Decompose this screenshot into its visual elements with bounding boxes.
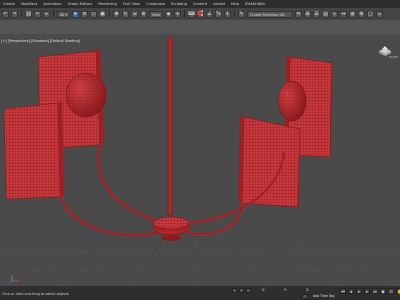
toolbar-divider [184,10,186,18]
render-setup-icon[interactable]: ⚙ [358,10,366,18]
status-prompt: Click or click-and-drag to select object… [2,292,69,296]
viewcube-home-label[interactable]: HOME [389,55,398,59]
selection-set-dropdown[interactable]: Create Selection Set [247,10,294,18]
main-toolbar: ↶ ↷ ⛓ ✂ ≈ All ▾ ➤ ≡ ▭ ▣ ✥ ↻ ⇲ ⊕ View ◈ ✛… [0,8,400,20]
bind-icon[interactable]: ≈ [43,10,50,18]
menu-item-customize[interactable]: Customize [146,2,165,6]
playback-controls: ⏮ ◂ ▸ ▸ ⏭ ◆ ⊡ ✋ [340,288,400,294]
teapot-icon[interactable]: ☕ [376,10,384,18]
pivot-icon[interactable]: ◈ [165,10,173,18]
angle-snap-icon[interactable]: ∠ [206,10,214,18]
mirror-icon[interactable]: ⇋ [295,10,303,18]
pan-icon[interactable]: ✋ [396,288,400,294]
render-frame-icon[interactable]: ▢ [367,10,375,18]
z-coordinate-label: Z: [306,288,310,292]
status-icons [232,288,251,293]
redo-icon[interactable]: ↷ [11,10,18,18]
center-rod [167,37,173,216]
perspective-viewport[interactable]: [+] [Perspective] [Standard] [Default Sh… [0,37,400,286]
menu-item-scripting[interactable]: Scripting [171,2,187,6]
menu-item-civil-view[interactable]: Civil View [123,2,140,6]
zoom-extents-icon[interactable]: ⊡ [388,288,394,294]
align-icon[interactable]: ⊞ [304,10,312,18]
menu-item-modifiers[interactable]: Modifiers [21,2,37,6]
undo-icon[interactable]: ↶ [2,10,9,18]
x-coordinate-label: X: [262,288,266,292]
window-crossing-icon[interactable]: ▣ [98,10,106,18]
snap-icon[interactable]: 🧲 [197,10,205,18]
rotate-icon[interactable]: ↻ [121,10,129,18]
move-icon[interactable]: ✥ [112,10,120,18]
isolate-icon[interactable] [239,288,244,293]
filter-dropdown[interactable]: All ▾ [57,10,70,18]
manipulate-icon[interactable]: ✛ [174,10,182,18]
menu-item-graph-editors[interactable]: Graph Editors [68,2,93,6]
menu-item-user[interactable]: ZHAKHABO [245,2,265,6]
viewport-scene [0,37,400,286]
ribbon-toggle-icon[interactable]: ▤ [322,10,330,18]
go-to-start-icon[interactable]: ⏮ [340,288,346,294]
menu-item-create[interactable]: Create [3,2,15,6]
placement-icon[interactable]: ⊕ [139,10,147,18]
schematic-icon[interactable]: ⊶ [340,10,348,18]
status-bar: Click or click-and-drag to select object… [0,286,400,300]
ground-grid [0,216,400,286]
scale-icon[interactable]: ⇲ [130,10,138,18]
lock-icon[interactable] [232,288,237,293]
y-coordinate-label: Y: [284,288,287,292]
layer-icon[interactable]: ☰ [313,10,321,18]
play-icon[interactable]: ▸ [356,288,362,294]
next-frame-icon[interactable]: ▸ [364,288,370,294]
edit-named-selection-icon[interactable]: ✎ [238,10,246,18]
add-time-tag[interactable]: Add Time Tag [313,294,334,298]
link-icon[interactable]: ⛓ [25,10,32,18]
go-to-end-icon[interactable]: ⏭ [372,288,378,294]
percent-snap-icon[interactable]: % [215,10,223,18]
spinner-snap-icon[interactable]: ⇕ [224,10,232,18]
grid-icon[interactable] [302,294,308,299]
menu-item-help[interactable]: Help [231,2,239,6]
toolbar-divider [108,10,110,18]
menu-item-content[interactable]: Content [193,2,207,6]
menu-item-arnold[interactable]: Arnold [213,2,225,6]
menu-item-animation[interactable]: Animation [43,2,61,6]
menu-item-rendering[interactable]: Rendering [98,2,116,6]
curve-editor-icon[interactable]: ∿ [331,10,339,18]
key-mode-icon[interactable]: ◆ [380,288,386,294]
select-icon[interactable]: ➤ [71,10,79,18]
absolute-mode-icon[interactable] [246,288,251,293]
reference-coordinate-dropdown[interactable]: View [148,10,164,18]
region-select-icon[interactable]: ▭ [89,10,97,18]
menu-bar: Create Modifiers Animation Graph Editors… [0,0,400,8]
toolbar-divider [21,10,22,18]
keyboard-shortcut-icon[interactable]: ⌨ [188,10,195,18]
toolbar-divider [53,10,54,18]
select-by-name-icon[interactable]: ≡ [80,10,88,18]
unlink-icon[interactable]: ✂ [34,10,41,18]
previous-frame-icon[interactable]: ◂ [348,288,354,294]
material-editor-icon[interactable]: ◍ [349,10,357,18]
toolbar-divider [234,10,236,18]
